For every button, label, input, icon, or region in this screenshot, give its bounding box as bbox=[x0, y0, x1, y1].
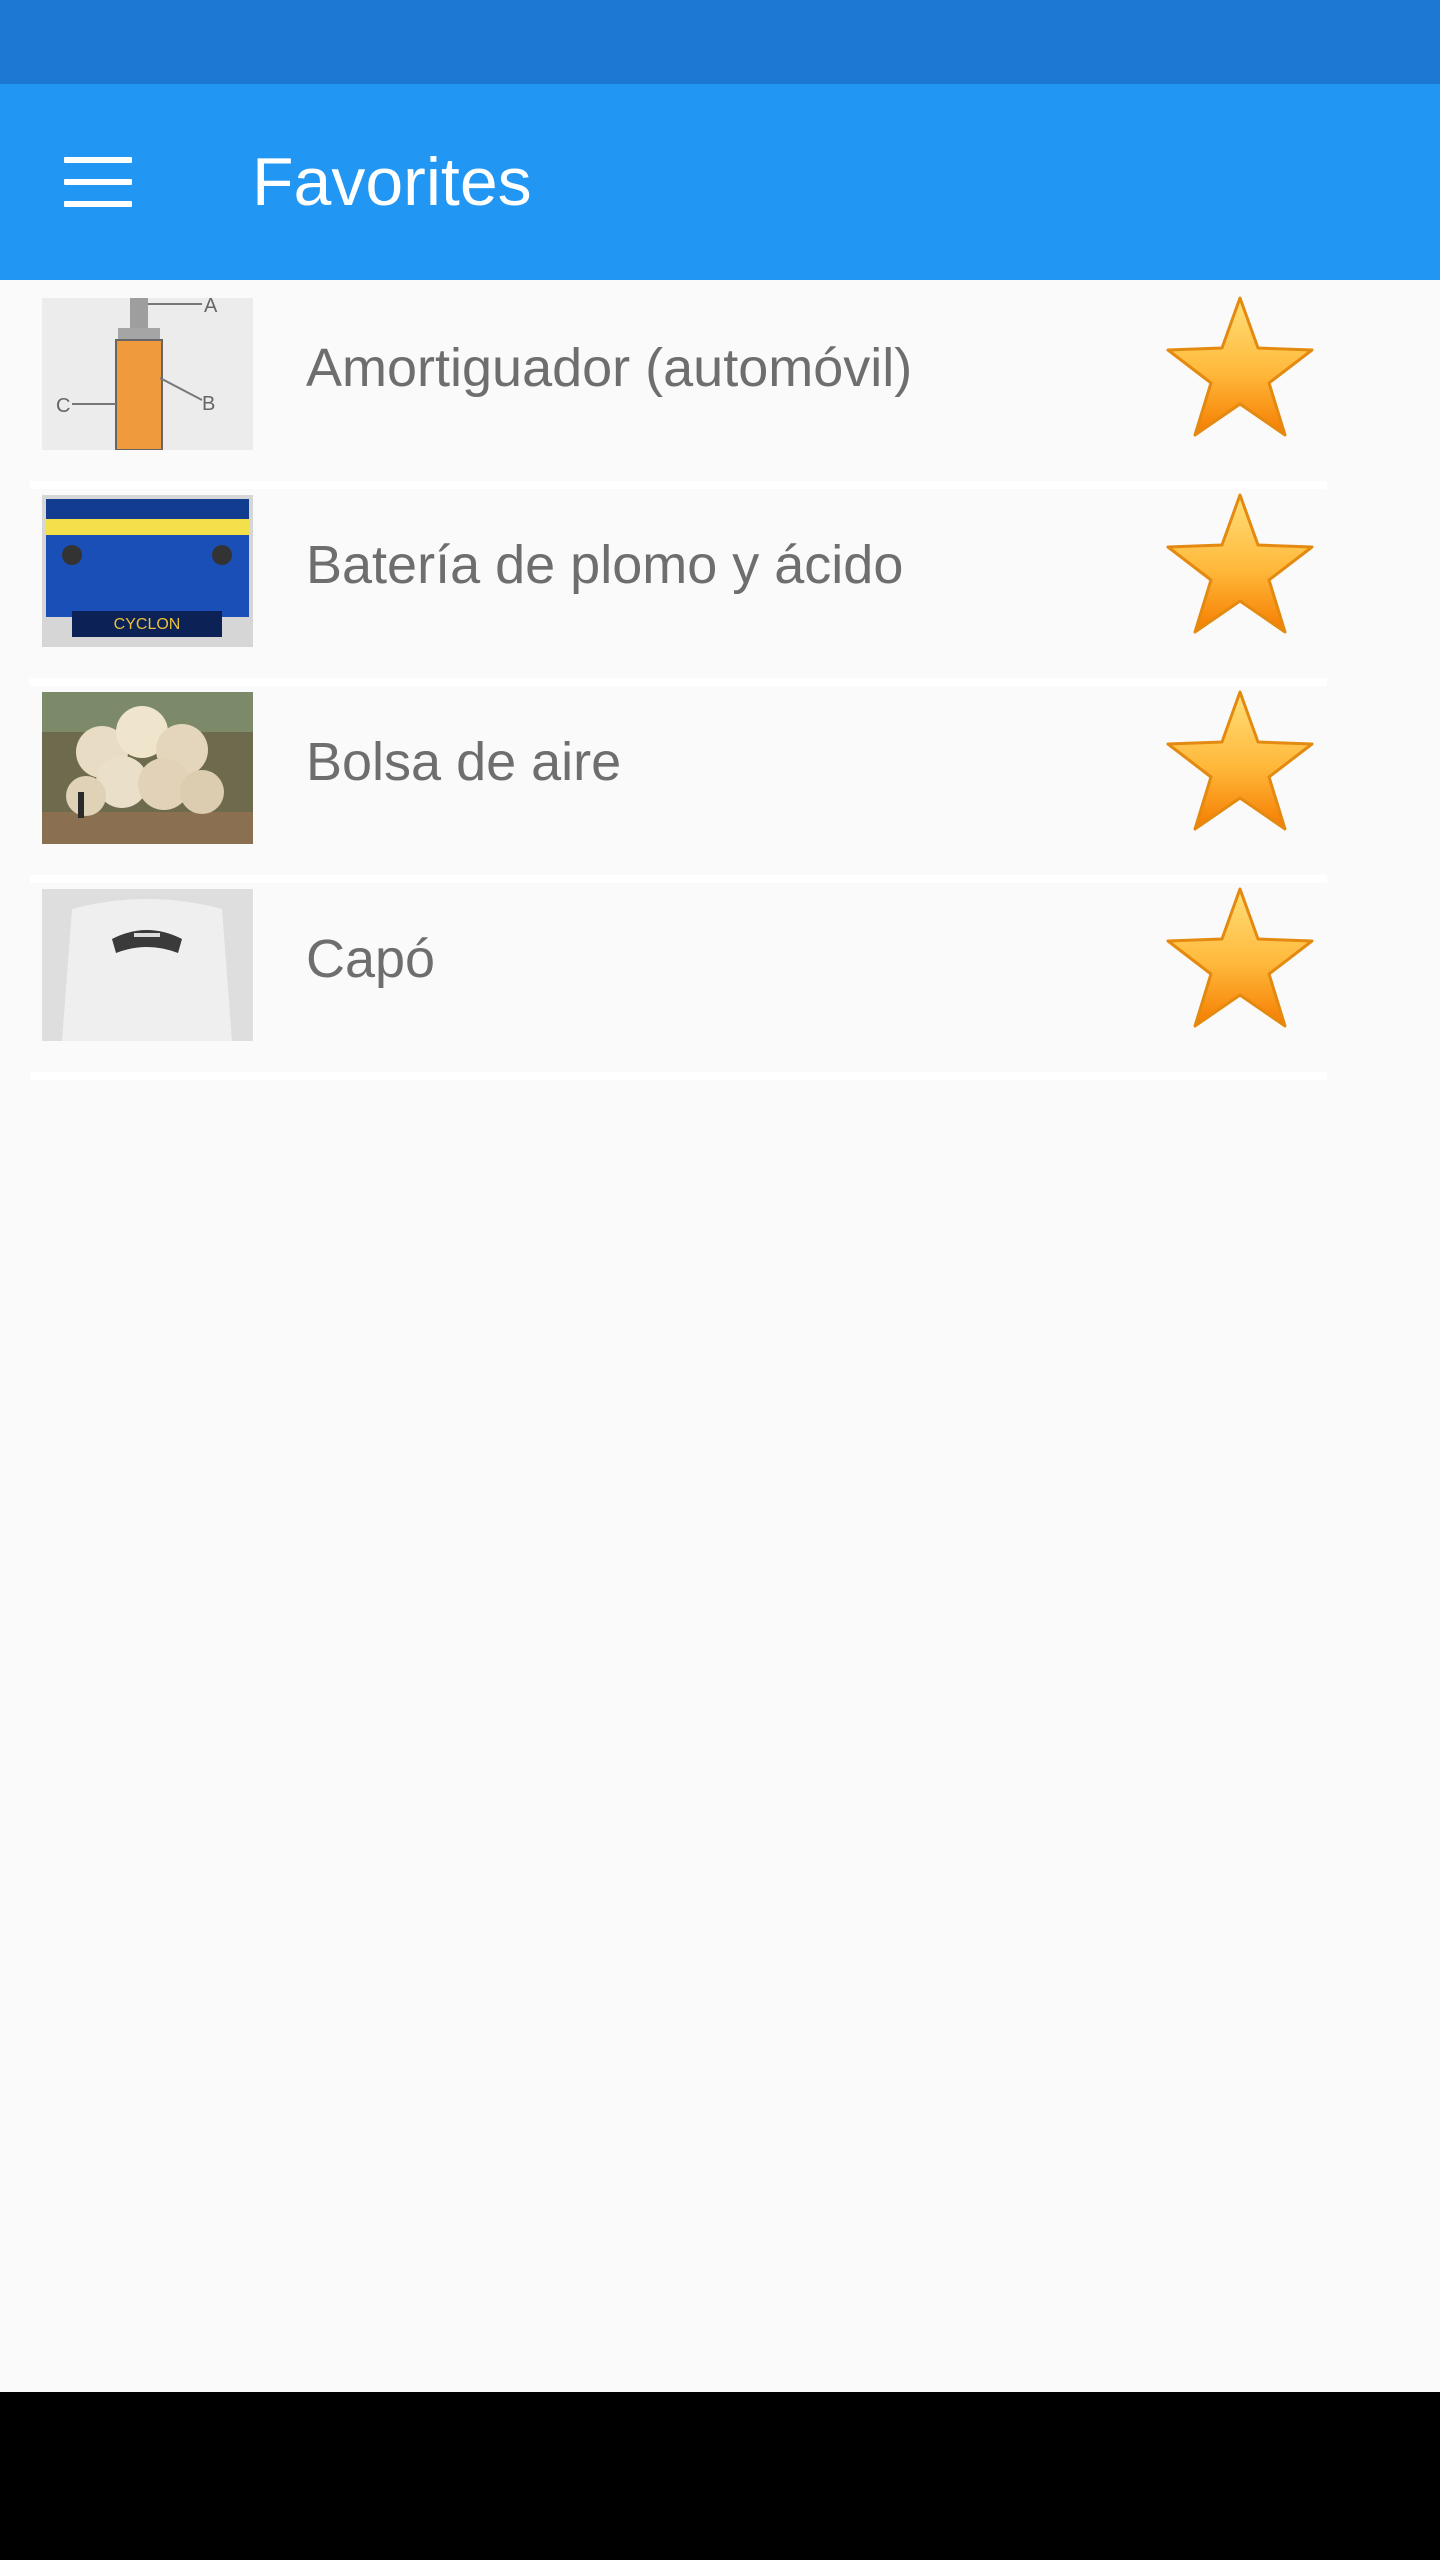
star-icon[interactable] bbox=[1155, 489, 1325, 653]
svg-text:C: C bbox=[56, 395, 70, 417]
star-icon[interactable] bbox=[1155, 292, 1325, 456]
shock-absorber-thumbnail: A B C bbox=[42, 298, 253, 450]
hamburger-menu-icon[interactable] bbox=[50, 144, 146, 220]
list-item-label: Bolsa de aire bbox=[306, 732, 622, 792]
list-item[interactable]: Capó bbox=[30, 883, 1327, 1080]
list-item-label: Amortiguador (automóvil) bbox=[306, 338, 913, 398]
star-icon[interactable] bbox=[1155, 883, 1325, 1047]
star-icon[interactable] bbox=[1155, 686, 1325, 850]
page-title: Favorites bbox=[252, 144, 532, 220]
svg-text:CYCLON: CYCLON bbox=[114, 616, 181, 633]
svg-text:A: A bbox=[204, 298, 218, 317]
status-bar bbox=[0, 0, 1440, 84]
app-bar: Favorites bbox=[0, 84, 1440, 280]
svg-text:B: B bbox=[202, 393, 215, 415]
list-item-label: Capó bbox=[306, 929, 436, 989]
list-item[interactable]: Bolsa de aire bbox=[30, 686, 1327, 883]
car-battery-thumbnail: CYCLON bbox=[42, 495, 253, 647]
list-item-label: Batería de plomo y ácido bbox=[306, 535, 904, 595]
car-hood-thumbnail bbox=[42, 889, 253, 1041]
favorites-list: A B C Amortiguador (automóvil) CYCLON Ba… bbox=[30, 292, 1327, 1080]
navigation-bar bbox=[0, 2392, 1440, 2560]
airbag-thumbnail bbox=[42, 692, 253, 844]
list-item[interactable]: CYCLON Batería de plomo y ácido bbox=[30, 489, 1327, 686]
list-item[interactable]: A B C Amortiguador (automóvil) bbox=[30, 292, 1327, 489]
